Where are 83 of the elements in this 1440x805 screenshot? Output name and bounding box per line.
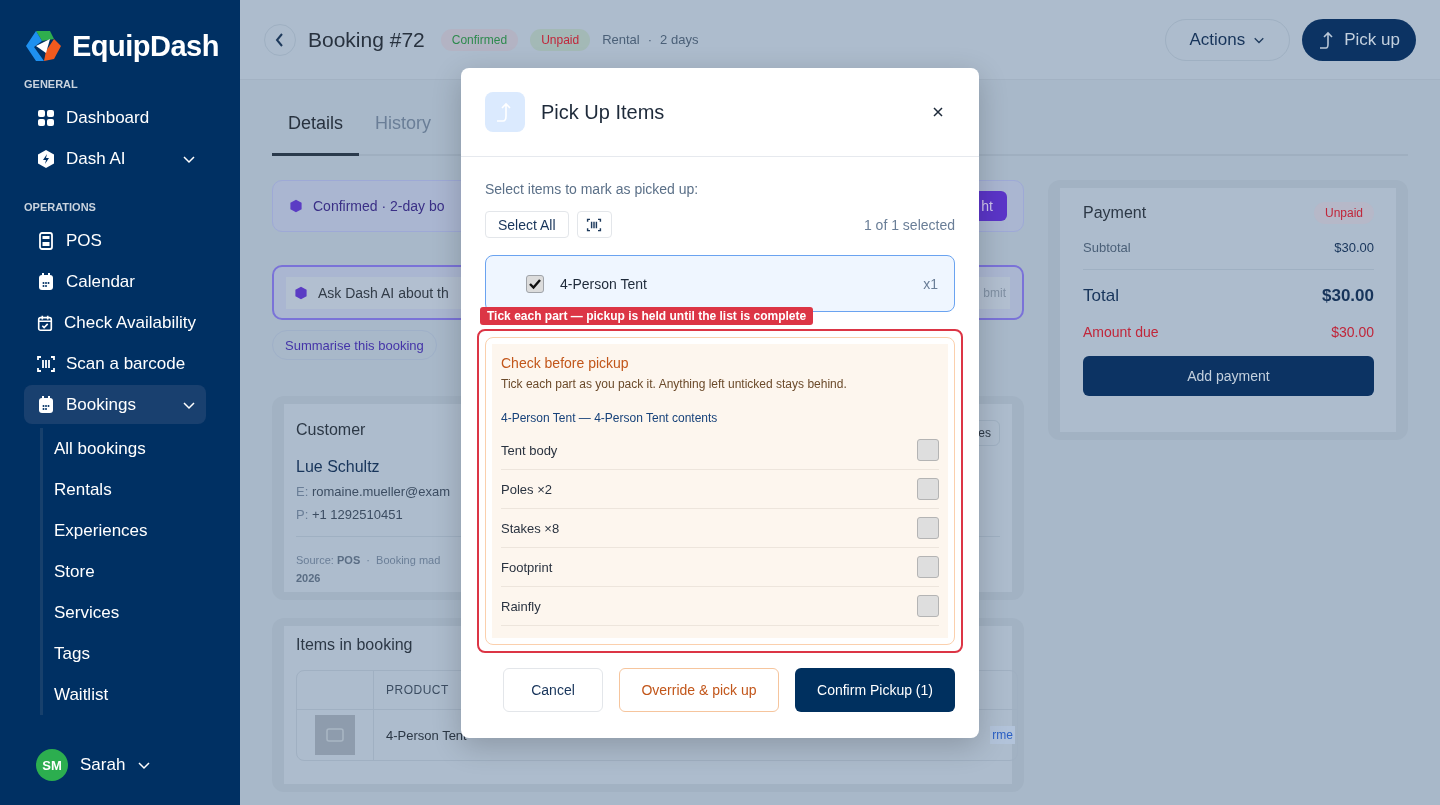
booking-type: Rental <box>602 32 640 47</box>
select-all-button[interactable]: Select All <box>485 211 569 238</box>
checklist-group: 4-Person Tent — 4-Person Tent contents <box>501 411 939 425</box>
separator-dot: · <box>647 32 653 47</box>
tab[interactable]: Details <box>272 94 360 156</box>
nav-subitem[interactable]: Rentals <box>54 469 240 510</box>
page-title: Booking #72 <box>308 27 425 52</box>
nav-subitem[interactable]: Experiences <box>54 510 240 551</box>
checkbox[interactable] <box>917 556 939 578</box>
user-avatar: SM <box>36 749 68 781</box>
logo-icon <box>24 29 62 63</box>
override-button[interactable]: Override & pick up <box>619 668 779 712</box>
customer-email: E: romaine.mueller@exam <box>296 484 451 499</box>
scan-icon <box>586 216 603 233</box>
grid-icon <box>36 107 56 128</box>
nav-subitem[interactable]: Tags <box>54 633 240 674</box>
scan-icon <box>36 353 56 374</box>
dialog-title: Pick Up Items <box>541 100 665 124</box>
terminal-icon <box>36 230 56 251</box>
subtotal-label: Subtotal <box>1083 240 1131 255</box>
status-badge: Unpaid <box>530 28 591 51</box>
item-quantity: x1 <box>923 275 938 292</box>
card-heading: Customer <box>296 421 366 439</box>
checkbox[interactable] <box>917 439 939 461</box>
checkbox[interactable] <box>526 274 544 293</box>
amount-due-label: Amount due <box>1083 324 1159 340</box>
nav-item[interactable]: Dash AI <box>24 139 206 178</box>
part-name: Poles ×2 <box>501 481 552 497</box>
calendar-icon <box>36 394 56 415</box>
booking-source: Source: POS · Booking mad <box>296 554 441 566</box>
section-heading: OPERATIONS <box>24 201 97 213</box>
add-payment-button[interactable]: Add payment <box>1083 356 1374 396</box>
nav-subitem[interactable]: Services <box>54 592 240 633</box>
item-name: 4-Person Tent <box>560 275 647 292</box>
card-heading: Payment <box>1083 204 1147 222</box>
total-value: $30.00 <box>1322 286 1374 306</box>
checklist-note: Tick each part as you pack it. Anything left unticked stays behind. <box>501 377 848 391</box>
nav-subitem[interactable]: Store <box>54 551 240 592</box>
status-badge: Confirmed <box>440 28 519 51</box>
card-heading: Items in booking <box>296 636 414 654</box>
checkbox[interactable] <box>917 517 939 539</box>
checklist-title: Check before pickup <box>501 355 630 371</box>
section-heading: GENERAL <box>24 78 79 90</box>
part-name: Rainfly <box>501 598 541 614</box>
chevron-left-icon <box>274 32 286 47</box>
pickup-item-row[interactable]: 4-Person Tent x1 <box>485 255 955 312</box>
part-name: Stakes ×8 <box>501 520 560 536</box>
nav-subitem[interactable]: All bookings <box>54 428 240 469</box>
payment-status-badge: Unpaid <box>1313 202 1374 224</box>
dialog-prompt: Select items to mark as picked up: <box>485 181 700 197</box>
nav-item[interactable]: Dashboard <box>24 98 206 137</box>
pick-up-button[interactable]: Pick up <box>1302 18 1416 61</box>
booking-duration: 2 days <box>660 32 699 47</box>
subtotal-value: $30.00 <box>1334 240 1374 255</box>
nav-item[interactable]: Bookings <box>24 385 206 424</box>
total-label: Total <box>1083 286 1119 306</box>
booking-year: 2026 <box>296 572 321 584</box>
checkbox[interactable] <box>917 595 939 617</box>
scan-button[interactable] <box>576 211 612 238</box>
warning-tag: Tick each part — pickup is held until the list is complete <box>480 307 814 325</box>
selection-count: 1 of 1 selected <box>863 216 955 233</box>
part-name: Footprint <box>501 559 553 575</box>
calendar-icon <box>36 271 56 292</box>
arrow-up-icon <box>485 92 525 132</box>
nav-subitem[interactable]: Waitlist <box>54 674 240 715</box>
summary-text: Confirmed · 2-day bo <box>313 198 445 214</box>
close-icon <box>933 107 943 117</box>
image-placeholder-icon <box>315 715 355 755</box>
back-button[interactable] <box>264 23 296 56</box>
checkbox[interactable] <box>917 478 939 500</box>
confirm-button[interactable]: Confirm Pickup (1) <box>795 668 955 712</box>
nav-item[interactable]: Scan a barcode <box>24 344 206 383</box>
nav-item[interactable]: Check Availability <box>24 303 206 342</box>
cancel-button[interactable]: Cancel <box>503 668 603 712</box>
nav-item[interactable]: Calendar <box>24 262 206 301</box>
user-name[interactable]: Sarah <box>80 755 126 775</box>
part-name: Tent body <box>501 442 558 458</box>
column-header: PRODUCT <box>385 683 449 697</box>
brand-name: EquipDash <box>72 29 219 63</box>
amount-due-value: $30.00 <box>1331 324 1374 340</box>
customer-phone: P: +1 1292510451 <box>296 507 403 522</box>
nav-item[interactable]: POS <box>24 221 206 260</box>
actions-button[interactable]: Actions <box>1164 18 1291 61</box>
